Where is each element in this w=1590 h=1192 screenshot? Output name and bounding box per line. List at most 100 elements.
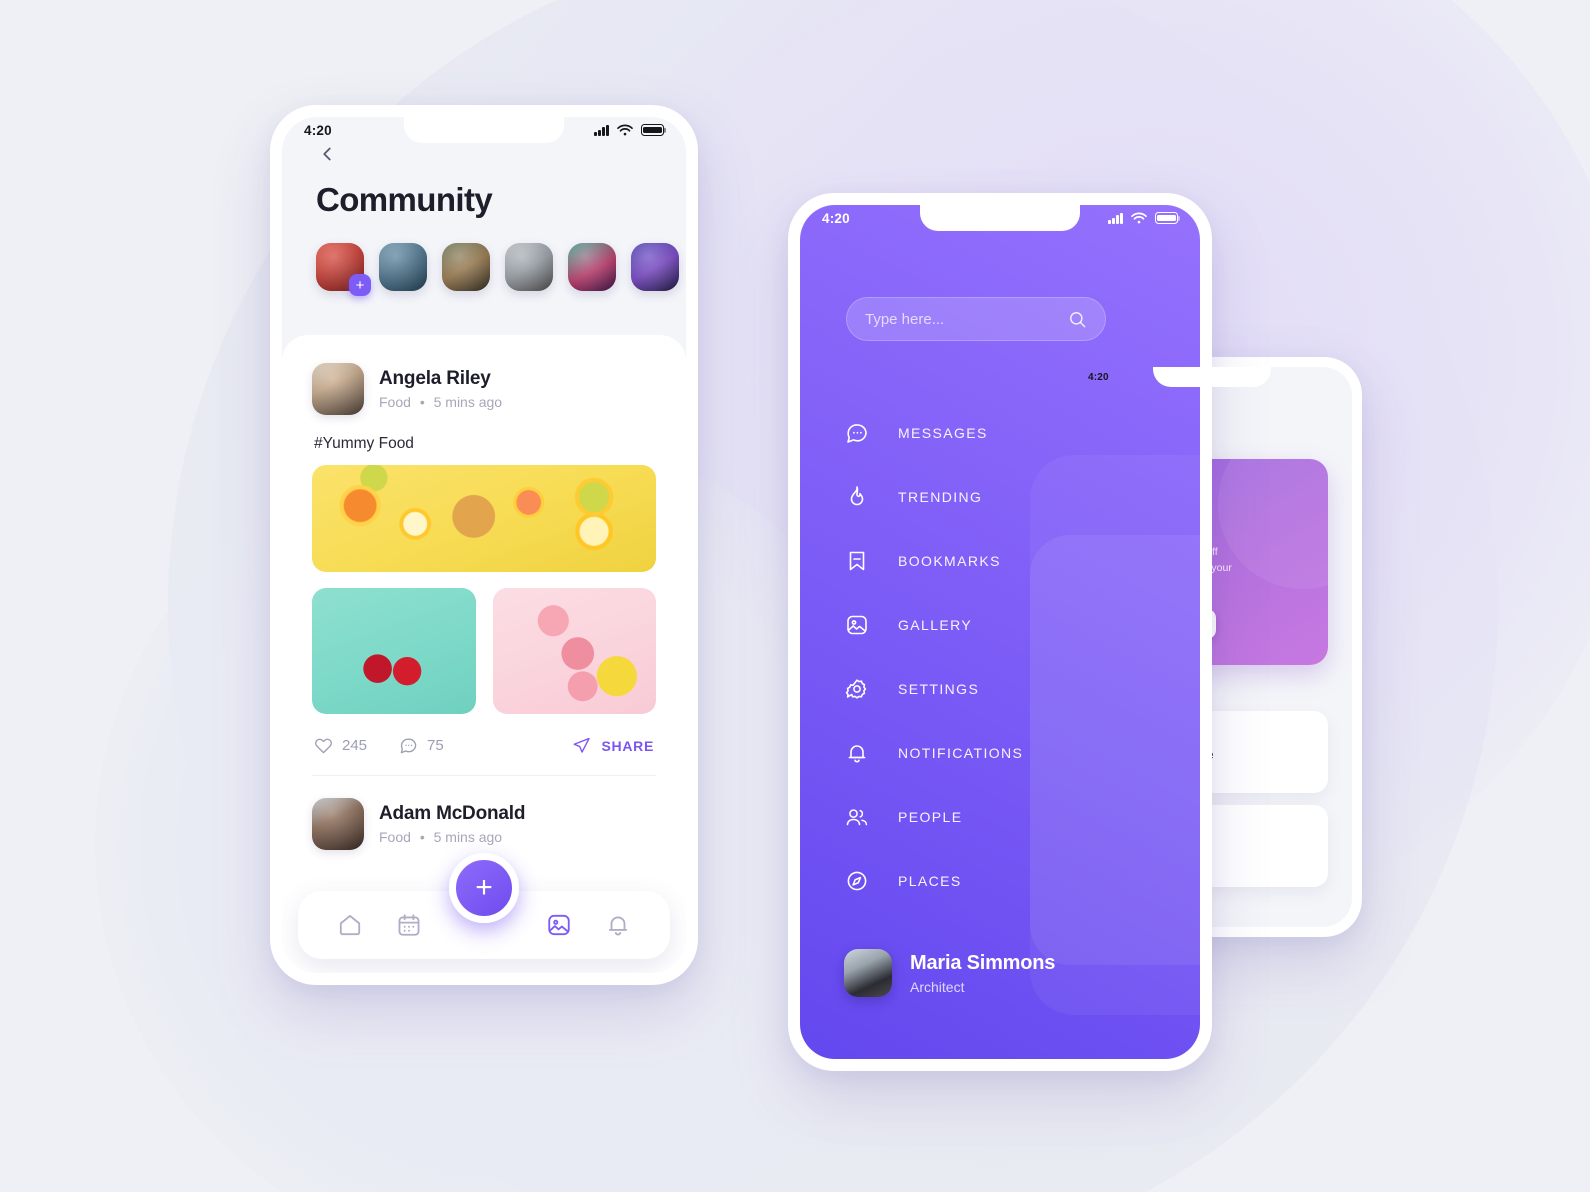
- menu-label: GALLERY: [898, 617, 973, 633]
- tab-gallery[interactable]: [546, 912, 572, 938]
- avatar: [312, 363, 364, 415]
- home-icon: [339, 914, 360, 936]
- share-button[interactable]: SHARE: [572, 736, 654, 755]
- flame-icon: [844, 484, 870, 510]
- post-image-main[interactable]: [312, 465, 656, 572]
- wifi-icon: [1131, 212, 1147, 224]
- post-meta: Food • 5 mins ago: [379, 394, 502, 410]
- comment-icon: [400, 738, 417, 754]
- menu-label: PEOPLE: [898, 809, 963, 825]
- tab-home[interactable]: [337, 912, 363, 938]
- send-icon: [574, 737, 591, 753]
- profile-name: Maria Simmons: [910, 951, 1056, 974]
- avatar: [844, 949, 892, 997]
- post-caption: #Yummy Food: [314, 435, 414, 452]
- post-author: Angela Riley: [379, 368, 491, 389]
- comment-button[interactable]: 75: [399, 736, 444, 755]
- status-time: 4:20: [304, 122, 332, 138]
- phone-community: 4:20 Community + Angela Riley Food • 5 m…: [270, 105, 698, 985]
- story-thumbnail: [505, 243, 553, 291]
- signal-bars-icon: [594, 124, 609, 136]
- menu-item-people[interactable]: PEOPLE: [844, 785, 1170, 849]
- story-thumbnail: [442, 243, 490, 291]
- post-meta: Food • 5 mins ago: [379, 829, 525, 845]
- status-icons: [1108, 212, 1178, 224]
- story-item[interactable]: [505, 243, 553, 291]
- post-time: 5 mins ago: [433, 829, 503, 845]
- search-icon[interactable]: [1068, 310, 1087, 329]
- story-item[interactable]: [442, 243, 490, 291]
- status-bar: 4:20: [800, 205, 1200, 231]
- add-post-button[interactable]: +: [449, 853, 519, 923]
- separator: •: [419, 394, 425, 410]
- menu-item-messages[interactable]: MESSAGES: [844, 401, 1170, 465]
- chevron-left-icon[interactable]: [316, 143, 338, 165]
- post-actions: 245 75 SHARE: [312, 736, 656, 755]
- menu-label: SETTINGS: [898, 681, 980, 697]
- menu-item-gallery[interactable]: GALLERY: [844, 593, 1170, 657]
- phone-menu: 4:20 Type here... MESSAGES TRENDING BOOK…: [788, 193, 1212, 1071]
- avatar: [312, 798, 364, 850]
- share-label: SHARE: [601, 737, 654, 754]
- search-input[interactable]: Type here...: [846, 297, 1106, 341]
- like-count: 245: [342, 737, 368, 754]
- menu-label: TRENDING: [898, 489, 983, 505]
- menu-label: PLACES: [898, 873, 962, 889]
- story-thumbnail: [568, 243, 616, 291]
- page-title: Community: [316, 181, 493, 218]
- battery-icon: [641, 124, 664, 136]
- menu-label: MESSAGES: [898, 425, 988, 441]
- tab-calendar[interactable]: [396, 912, 422, 938]
- menu-label: NOTIFICATIONS: [898, 745, 1024, 761]
- story-thumbnail: [379, 243, 427, 291]
- status-time: 4:20: [1088, 371, 1109, 383]
- post-time: 5 mins ago: [433, 394, 503, 410]
- story-item[interactable]: [379, 243, 427, 291]
- post-image-right[interactable]: [492, 588, 656, 714]
- bell-icon: [844, 740, 870, 766]
- separator: •: [419, 829, 425, 845]
- message-icon: [844, 420, 870, 446]
- battery-icon: [1155, 212, 1178, 224]
- post-category: Food: [379, 829, 411, 845]
- main-menu: MESSAGES TRENDING BOOKMARKS GALLERY SETT…: [844, 401, 1170, 913]
- menu-item-notifications[interactable]: NOTIFICATIONS: [844, 721, 1170, 785]
- calendar-icon: [398, 914, 420, 936]
- comment-count: 75: [427, 737, 444, 754]
- post-author: Adam McDonald: [379, 803, 526, 824]
- status-icons: [594, 124, 664, 136]
- signal-bars-icon: [1108, 212, 1123, 224]
- tab-notifications[interactable]: [605, 912, 631, 938]
- post-category: Food: [379, 394, 411, 410]
- bell-icon: [609, 916, 628, 936]
- post-header[interactable]: Adam McDonald Food • 5 mins ago: [312, 798, 656, 850]
- stories-row: +: [282, 223, 686, 296]
- post-image-left[interactable]: [312, 588, 476, 714]
- menu-item-settings[interactable]: SETTINGS: [844, 657, 1170, 721]
- story-item[interactable]: +: [316, 243, 371, 296]
- divider: [312, 775, 656, 776]
- menu-label: BOOKMARKS: [898, 553, 1001, 569]
- menu-item-places[interactable]: PLACES: [844, 849, 1170, 913]
- compass-icon: [844, 868, 870, 894]
- post-header[interactable]: Angela Riley Food • 5 mins ago: [312, 363, 656, 415]
- add-story-button[interactable]: +: [349, 274, 371, 296]
- status-time: 4:20: [822, 210, 850, 226]
- image-icon: [547, 914, 570, 936]
- story-thumbnail: [631, 243, 679, 291]
- heart-icon: [315, 738, 332, 754]
- screenshot-canvas: 4:20 Challenge FITNESS Cardio Get active…: [0, 0, 1590, 1192]
- profile-role: Architect: [910, 978, 965, 995]
- story-item[interactable]: [631, 243, 679, 291]
- bookmark-icon: [844, 548, 870, 574]
- gear-icon: [844, 676, 870, 702]
- post-image-grid: [312, 588, 656, 714]
- menu-screen: 4:20 Type here... MESSAGES TRENDING BOOK…: [800, 205, 1200, 1059]
- menu-item-trending[interactable]: TRENDING: [844, 465, 1170, 529]
- menu-item-bookmarks[interactable]: BOOKMARKS: [844, 529, 1170, 593]
- story-item[interactable]: [568, 243, 616, 291]
- like-button[interactable]: 245: [314, 736, 367, 755]
- community-screen: 4:20 Community + Angela Riley Food • 5 m…: [282, 117, 686, 973]
- user-profile[interactable]: Maria Simmons Architect: [844, 949, 1055, 997]
- search-placeholder: Type here...: [865, 310, 945, 328]
